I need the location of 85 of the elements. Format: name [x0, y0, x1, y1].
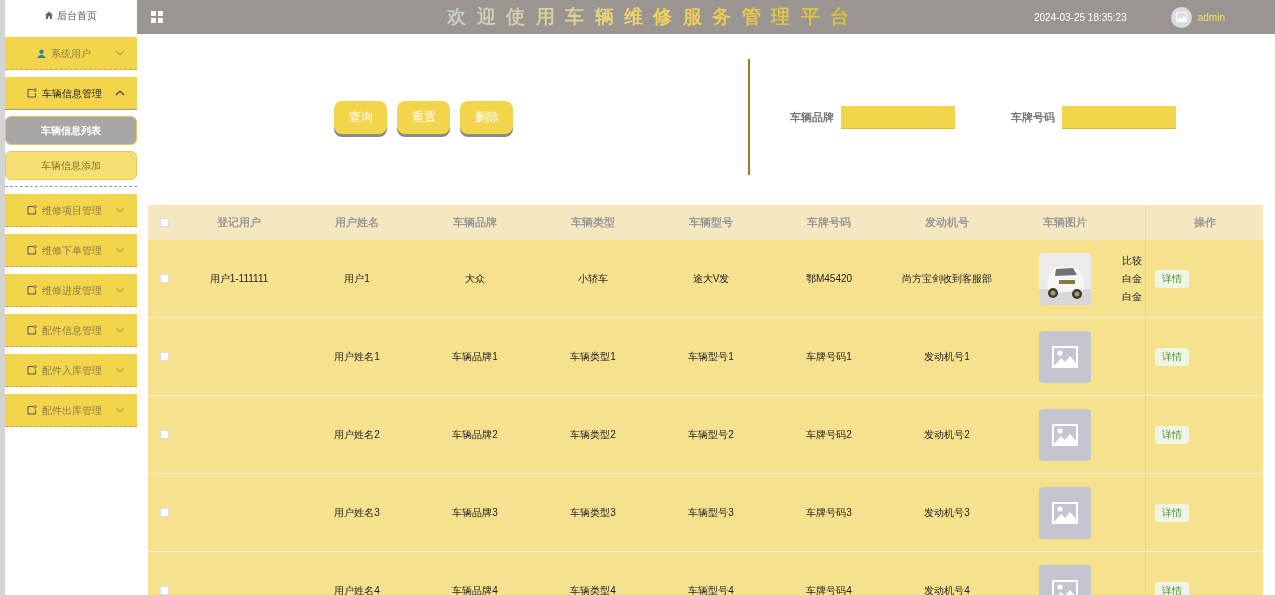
table-cell: 车辆型号1 — [688, 351, 734, 362]
field-label: 车辆品牌 — [790, 109, 834, 125]
checkbox[interactable] — [159, 274, 169, 283]
table-cell: 用户姓名3 — [334, 507, 380, 518]
table-cell: 车辆品牌2 — [452, 429, 498, 440]
username[interactable]: admin — [1197, 9, 1225, 25]
table-cell: 车辆品牌3 — [452, 507, 498, 518]
image-icon — [1051, 344, 1079, 369]
table-cell: 发动机号1 — [924, 351, 970, 362]
note-icon — [26, 325, 37, 335]
table-cell: 用户1-111111 — [209, 273, 269, 284]
table-cell-text: 白金 — [1122, 290, 1142, 304]
note-icon — [26, 245, 37, 255]
menu-item[interactable]: 配件入库管理 — [5, 354, 137, 387]
table-cell: 车辆类型2 — [570, 429, 616, 440]
field-label: 车牌号码 — [1011, 109, 1055, 125]
table-cell: 发动机号3 — [924, 507, 970, 518]
column-header: 车辆品牌 — [452, 215, 498, 231]
table-cell: 车牌号码1 — [806, 351, 852, 362]
column-header: 登记用户 — [216, 215, 262, 231]
table-cell: 尚方宝剑收到客服部 — [902, 273, 992, 284]
table-cell: 车牌号码4 — [806, 585, 852, 595]
checkbox[interactable] — [159, 508, 169, 517]
home-link[interactable]: 后台首页 — [5, 0, 137, 30]
checkbox[interactable] — [159, 430, 169, 439]
note-icon — [26, 365, 37, 375]
details-button[interactable]: 详情 — [1155, 269, 1189, 288]
table-cell: 车辆品牌4 — [452, 585, 498, 595]
menu-item[interactable]: 系统用户 — [5, 37, 137, 70]
table-cell: 车辆类型1 — [570, 351, 616, 362]
table-cell: 车牌号码3 — [806, 507, 852, 518]
table-cell: 用户1 — [344, 273, 370, 284]
table-cell: 车辆类型3 — [570, 507, 616, 518]
checkbox[interactable] — [159, 218, 169, 227]
input-field[interactable] — [1062, 105, 1176, 129]
image-icon — [1051, 500, 1079, 525]
table-cell: 用户姓名2 — [334, 429, 380, 440]
menu-item[interactable]: 配件出库管理 — [5, 394, 137, 427]
table-cell: 车牌号码2 — [806, 429, 852, 440]
column-header: 车辆类型 — [570, 215, 616, 231]
table-cell: 发动机号2 — [924, 429, 970, 440]
input-field[interactable] — [841, 105, 955, 129]
note-icon — [26, 285, 37, 295]
table-cell-text: 比较 — [1122, 254, 1142, 268]
checkbox[interactable] — [159, 352, 169, 361]
submenu-item[interactable]: 车辆信息列表 — [5, 116, 137, 145]
details-button[interactable]: 详情 — [1155, 581, 1189, 595]
menu-item[interactable]: 维修进度管理 — [5, 274, 137, 307]
image-icon — [1175, 12, 1187, 22]
grid-menu-icon[interactable] — [151, 11, 163, 23]
checkbox[interactable] — [159, 586, 169, 595]
column-header: 发动机号 — [924, 215, 970, 231]
table-cell: 车辆品牌1 — [452, 351, 498, 362]
datetime: 2024-03-25 18:35:23 — [1033, 10, 1127, 25]
table-cell-text: 白金 — [1122, 272, 1142, 286]
note-icon — [26, 205, 37, 215]
note-icon — [26, 405, 37, 415]
note-icon — [26, 88, 37, 98]
column-header: 用户姓名 — [334, 215, 380, 231]
menu-item[interactable]: 维修下单管理 — [5, 234, 137, 267]
table-cell: 途大V发 — [692, 273, 730, 284]
column-header: 车辆图片 — [1042, 215, 1088, 231]
table-cell: 车辆型号3 — [688, 507, 734, 518]
column-header: 车辆型号 — [688, 215, 734, 231]
table-cell: 用户姓名1 — [334, 351, 380, 362]
table-cell: 鄂M45420 — [805, 273, 853, 284]
image-icon — [1051, 422, 1079, 447]
column-header: 车牌号码 — [806, 215, 852, 231]
table-cell: 车辆型号2 — [688, 429, 734, 440]
menu-item[interactable]: 配件信息管理 — [5, 314, 137, 347]
details-button[interactable]: 详情 — [1155, 347, 1189, 366]
table-cell: 小轿车 — [578, 273, 608, 284]
table-cell: 大众 — [465, 273, 485, 284]
table-cell: 车辆型号4 — [688, 585, 734, 595]
home-icon — [45, 11, 53, 19]
table-cell: 发动机号4 — [924, 585, 970, 595]
avatar[interactable] — [1170, 6, 1192, 28]
table-cell: 用户姓名4 — [334, 585, 380, 595]
menu-item[interactable]: 车辆信息管理 — [5, 77, 137, 110]
table-cell: 车辆类型4 — [570, 585, 616, 595]
details-button[interactable]: 详情 — [1155, 425, 1189, 444]
details-button[interactable]: 详情 — [1155, 503, 1189, 522]
user-icon — [37, 48, 46, 58]
menu-item[interactable]: 维修项目管理 — [5, 194, 137, 227]
submenu-item[interactable]: 车辆信息添加 — [5, 151, 137, 180]
